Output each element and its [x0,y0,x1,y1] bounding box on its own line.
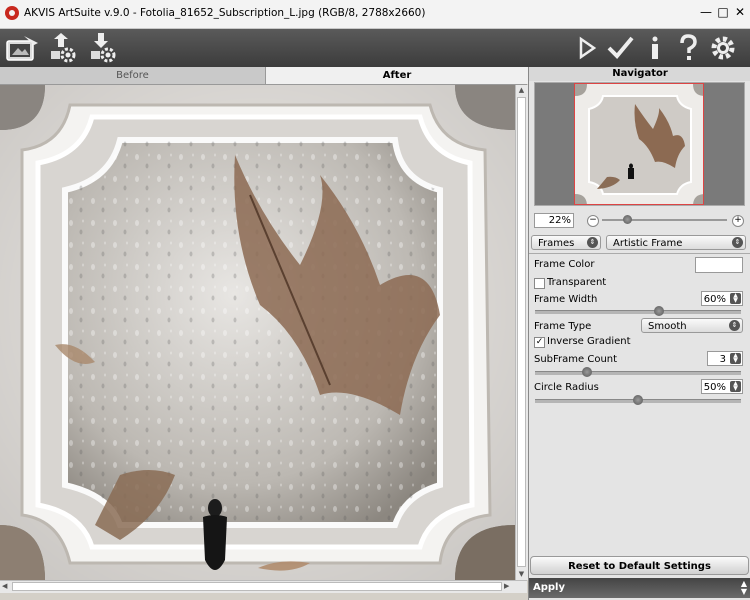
spinner-arrows-icon[interactable]: ▲ ▼ [730,353,741,364]
inverse-gradient-label: Inverse Gradient [547,336,631,347]
circle-radius-label: Circle Radius [534,382,599,393]
scroll-left-icon[interactable]: ◀ [2,582,11,591]
preset-select[interactable]: Artistic Frame ⇕ [606,235,746,250]
expand-arrows-icon[interactable]: ▲ ▼ [741,580,747,596]
frame-type-label: Frame Type [534,321,592,332]
view-tabs: Before After [0,67,528,85]
transparent-checkbox[interactable] [534,278,545,289]
effect-category-select[interactable]: Frames ⇕ [531,235,601,250]
divider [529,253,750,254]
minimize-button[interactable]: — [699,5,713,19]
subframe-count-slider[interactable] [535,367,741,377]
transparent-label: Transparent [547,277,607,288]
frame-color-label: Frame Color [534,259,595,270]
frame-width-label: Frame Width [534,294,598,305]
run-icon[interactable] [572,33,602,63]
horizontal-scroll-thumb[interactable] [12,582,502,591]
close-button[interactable]: ✕ [733,5,747,19]
navigator-title: Navigator [529,67,750,81]
apply-check-icon[interactable] [605,33,635,63]
help-icon[interactable] [673,33,703,63]
vertical-scrollbar[interactable]: ▲ ▼ [515,85,528,580]
open-image-icon[interactable] [48,33,78,63]
circle-radius-slider[interactable] [535,395,741,405]
settings-gear-icon[interactable] [708,33,738,63]
zoom-field[interactable]: 22% [534,213,574,228]
frame-color-swatch[interactable] [695,257,743,273]
navigator-preview[interactable] [534,82,745,206]
subframe-count-field[interactable]: 3 ▲ ▼ [707,351,743,366]
akvis-logo-icon [5,6,19,20]
scroll-down-icon[interactable]: ▼ [517,570,526,579]
zoom-slider[interactable] [602,215,727,224]
inverse-gradient-checkbox[interactable]: ✓ [534,337,545,348]
image-canvas[interactable] [0,85,515,580]
circle-radius-slider-knob[interactable] [633,395,643,405]
framed-photo [0,85,515,580]
chevron-down-icon: ⇕ [729,320,740,331]
zoom-out-button[interactable]: − [587,215,599,227]
zoom-slider-knob[interactable] [623,215,632,224]
spinner-arrows-icon[interactable]: ▲ ▼ [730,293,741,304]
apply-button[interactable]: Apply ▲ ▼ [529,578,750,598]
vertical-scroll-thumb[interactable] [517,97,526,567]
artsuite-logo-icon[interactable] [4,33,40,63]
settings-panel: Navigator 22% − + Frames ⇕ Artistic Fram… [528,67,750,600]
title-bar: AKVIS ArtSuite v.9.0 - Fotolia_81652_Sub… [0,0,750,29]
circle-radius-field[interactable]: 50% ▲ ▼ [701,379,743,394]
main-toolbar [0,29,750,67]
tab-after[interactable]: After [265,67,528,84]
spinner-arrows-icon[interactable]: ▲ ▼ [730,381,741,392]
maximize-button[interactable]: □ [716,5,730,19]
horizontal-scrollbar[interactable]: ◀ ▶ [0,580,527,593]
frame-width-field[interactable]: 60% ▲ ▼ [701,291,743,306]
info-icon[interactable] [640,33,670,63]
subframe-count-label: SubFrame Count [534,354,618,365]
reset-defaults-button[interactable]: Reset to Default Settings [530,556,749,575]
navigator-viewport[interactable] [574,83,704,205]
frame-type-select[interactable]: Smooth ⇕ [641,318,743,333]
frame-width-slider-knob[interactable] [653,306,664,316]
subframe-count-slider-knob[interactable] [581,367,592,377]
navigator-thumbnail [575,84,703,204]
chevron-down-icon: ⇕ [732,237,743,248]
frame-width-slider[interactable] [535,306,741,316]
tab-before[interactable]: Before [0,67,265,84]
chevron-down-icon: ⇕ [587,237,598,248]
scroll-right-icon[interactable]: ▶ [504,582,513,591]
zoom-in-button[interactable]: + [732,215,744,227]
window-title: AKVIS ArtSuite v.9.0 - Fotolia_81652_Sub… [24,7,426,19]
save-image-icon[interactable] [88,33,118,63]
scroll-up-icon[interactable]: ▲ [517,86,526,95]
